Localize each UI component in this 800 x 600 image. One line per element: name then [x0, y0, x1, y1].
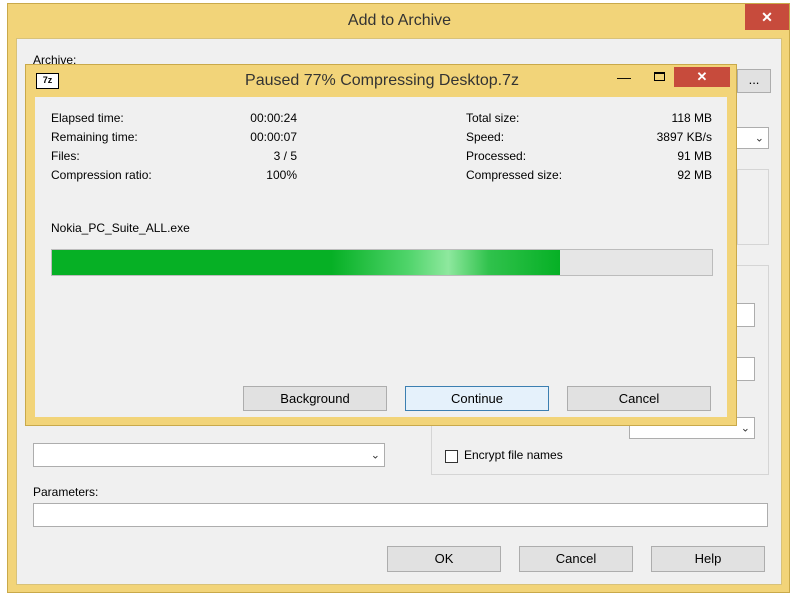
close-icon[interactable]: ✕ — [674, 67, 730, 87]
minimize-icon[interactable]: — — [609, 67, 639, 89]
elapsed-time-value: 00:00:24 — [250, 111, 297, 125]
update-mode-group — [737, 169, 769, 245]
progress-dialog-body: Elapsed time: 00:00:24 Remaining time: 0… — [35, 97, 727, 417]
total-size-label: Total size: — [466, 111, 520, 125]
cancel-button[interactable]: Cancel — [519, 546, 633, 572]
continue-button[interactable]: Continue — [405, 386, 549, 411]
chevron-down-icon: ⌄ — [370, 449, 380, 462]
archive-format-combo[interactable]: ⌄ — [735, 127, 769, 149]
progress-bar — [51, 249, 713, 276]
encrypt-file-names-label: Encrypt file names — [464, 448, 563, 462]
remaining-time-label: Remaining time: — [51, 130, 138, 144]
compression-progress-dialog: 7z Paused 77% Compressing Desktop.7z — ✕… — [25, 64, 737, 426]
compression-ratio-label: Compression ratio: — [51, 168, 152, 182]
ok-button[interactable]: OK — [387, 546, 501, 572]
files-value: 3 / 5 — [273, 149, 297, 163]
maximize-icon[interactable] — [645, 67, 675, 89]
current-file-name: Nokia_PC_Suite_ALL.exe — [51, 221, 190, 235]
remaining-time-value: 00:00:07 — [250, 130, 297, 144]
speed-label: Speed: — [466, 130, 505, 144]
files-label: Files: — [51, 149, 80, 163]
chevron-down-icon: ⌄ — [754, 132, 764, 145]
speed-value: 3897 KB/s — [656, 130, 712, 144]
compressed-size-label: Compressed size: — [466, 168, 563, 182]
reenter-password-field[interactable] — [735, 357, 755, 381]
encrypt-file-names-checkbox[interactable] — [445, 450, 458, 463]
background-button[interactable]: Background — [243, 386, 387, 411]
total-size-value: 118 MB — [671, 111, 712, 125]
window-title: Add to Archive — [347, 12, 452, 29]
elapsed-time-label: Elapsed time: — [51, 111, 124, 125]
chevron-down-icon: ⌄ — [740, 422, 750, 435]
parameters-label: Parameters: — [33, 485, 99, 499]
progress-bar-fill — [52, 250, 561, 275]
compression-ratio-value: 100% — [266, 168, 297, 182]
processed-label: Processed: — [466, 149, 527, 163]
processed-value: 91 MB — [677, 149, 712, 163]
compressed-size-value: 92 MB — [677, 168, 712, 182]
password-field[interactable] — [735, 303, 755, 327]
cancel-button[interactable]: Cancel — [567, 386, 711, 411]
split-volumes-combo[interactable]: ⌄ — [33, 443, 385, 467]
close-icon[interactable]: ✕ — [745, 4, 789, 30]
parameters-input[interactable] — [33, 503, 768, 527]
browse-button[interactable]: ... — [737, 69, 771, 93]
help-button[interactable]: Help — [651, 546, 765, 572]
